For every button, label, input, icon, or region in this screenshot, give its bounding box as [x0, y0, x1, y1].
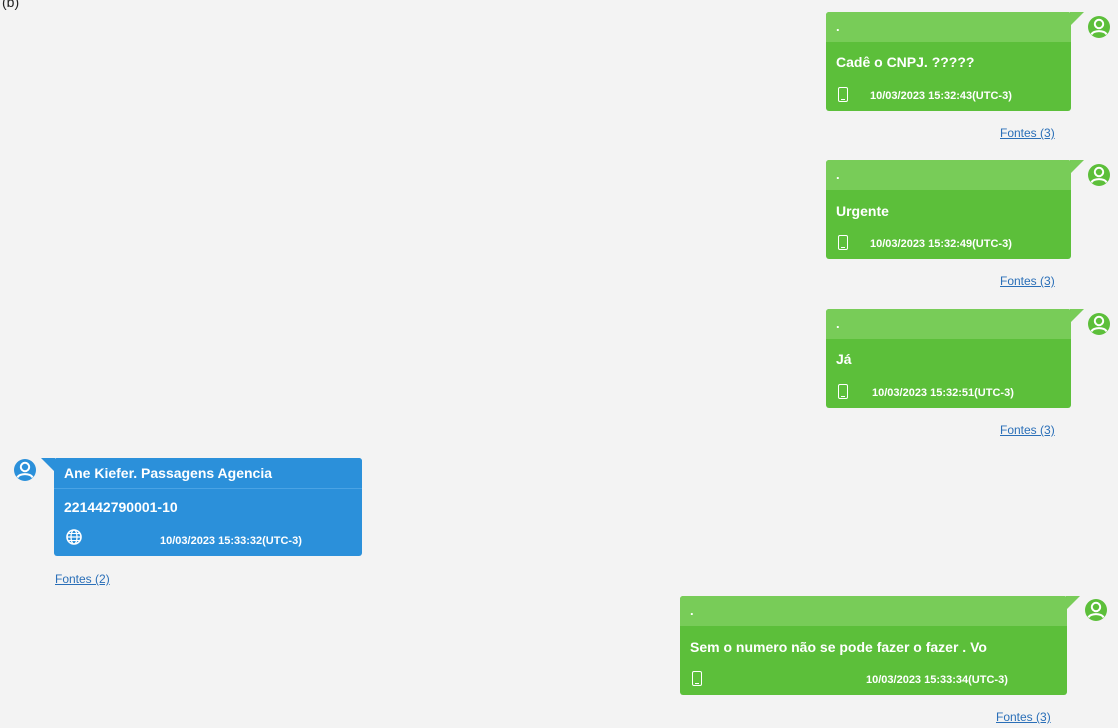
bubble-tail	[1070, 309, 1084, 323]
sender-name: .	[836, 316, 840, 331]
phone-icon	[838, 87, 848, 102]
sources-link[interactable]: Fontes (3)	[1000, 423, 1055, 437]
phone-icon	[838, 384, 848, 399]
message-text: Já	[836, 351, 852, 367]
sources-link[interactable]: Fontes (2)	[55, 572, 110, 586]
message-text: Cadê o CNPJ. ?????	[836, 54, 975, 70]
phone-icon	[692, 671, 702, 686]
sender-name: .	[690, 603, 694, 618]
message-timestamp: 10/03/2023 15:32:43(UTC-3)	[870, 90, 1012, 102]
contact-avatar-icon	[14, 459, 36, 481]
user-avatar-icon	[1085, 599, 1107, 621]
message-header: Ane Kiefer. Passagens Agencia	[54, 458, 362, 489]
bubble-tail	[1070, 160, 1084, 174]
message-timestamp: 10/03/2023 15:32:51(UTC-3)	[872, 387, 1014, 399]
sender-name: Ane Kiefer. Passagens Agencia	[64, 465, 273, 481]
user-avatar-icon	[1088, 16, 1110, 38]
message-bubble: . Cadê o CNPJ. ????? 10/03/2023 15:32:43…	[826, 12, 1071, 111]
message-header: .	[826, 309, 1071, 339]
bubble-tail	[1070, 12, 1084, 26]
bubble-tail	[41, 458, 55, 472]
message-text: 221442790001-10	[64, 499, 178, 515]
sources-link[interactable]: Fontes (3)	[996, 710, 1051, 724]
user-avatar-icon	[1088, 313, 1110, 335]
message-header: .	[680, 596, 1067, 626]
message-timestamp: 10/03/2023 15:33:32(UTC-3)	[160, 535, 302, 547]
figure-label: (b)	[2, 0, 20, 10]
phone-icon	[838, 235, 848, 250]
message-bubble: . Já 10/03/2023 15:32:51(UTC-3)	[826, 309, 1071, 408]
message-bubble: . Sem o numero não se pode fazer o fazer…	[680, 596, 1067, 695]
user-avatar-icon	[1088, 164, 1110, 186]
message-timestamp: 10/03/2023 15:33:34(UTC-3)	[866, 674, 1008, 686]
sources-link[interactable]: Fontes (3)	[1000, 274, 1055, 288]
message-text: Urgente	[836, 203, 889, 219]
message-bubble: . Urgente 10/03/2023 15:32:49(UTC-3)	[826, 160, 1071, 259]
message-timestamp: 10/03/2023 15:32:49(UTC-3)	[870, 238, 1012, 250]
sender-name: .	[836, 167, 840, 182]
sources-link[interactable]: Fontes (3)	[1000, 126, 1055, 140]
message-text: Sem o numero não se pode fazer o fazer .…	[690, 639, 987, 655]
bubble-tail	[1066, 596, 1080, 610]
message-bubble: Ane Kiefer. Passagens Agencia 2214427900…	[54, 458, 362, 556]
message-header: .	[826, 160, 1071, 190]
globe-icon	[66, 529, 82, 545]
sender-name: .	[836, 19, 840, 34]
message-header: .	[826, 12, 1071, 42]
